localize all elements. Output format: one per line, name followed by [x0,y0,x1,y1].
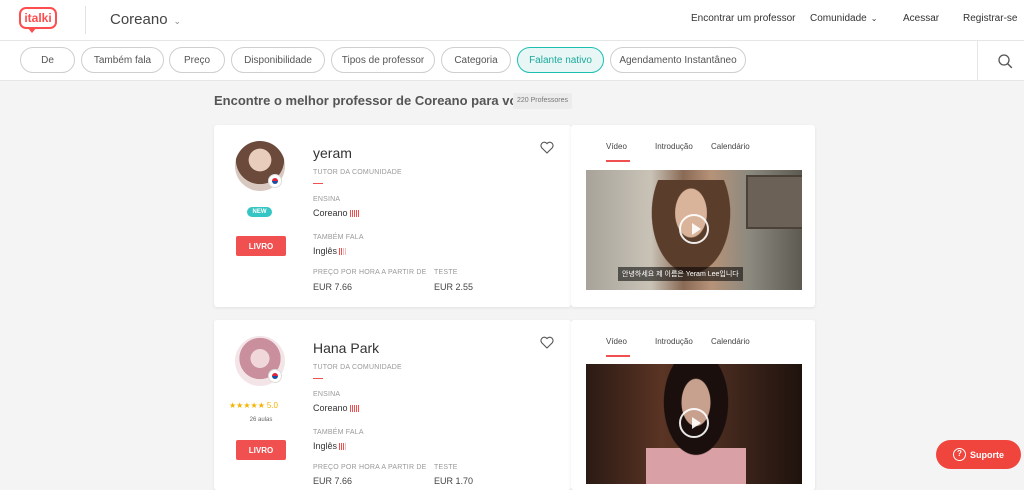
filter-also-speaks[interactable]: Também fala [81,47,164,73]
also-speaks-label: TAMBÉM FALA [313,429,364,436]
filter-instant-booking[interactable]: Agendamento Instantâneo [610,47,746,73]
active-tab-indicator [606,160,630,162]
also-speaks-language: Inglês [313,246,347,257]
tab-calendar[interactable]: Calendário [711,142,750,151]
teacher-card-yeram[interactable]: NEW LIVRO yeram TUTOR DA COMUNIDADE ENSI… [214,125,571,307]
help-icon: ? [952,448,966,461]
video-thumbnail[interactable] [586,364,802,484]
tab-calendar[interactable]: Calendário [711,337,750,346]
proficiency-bars-icon [349,209,360,219]
proficiency-bars-icon [339,442,347,452]
tab-introduction[interactable]: Introdução [655,337,693,346]
new-badge: NEW [247,207,272,217]
page-title: Encontre o melhor professor de Coreano p… [214,93,536,108]
proficiency-bars-icon [349,404,360,414]
chevron-down-icon: ⌄ [870,14,878,23]
teaches-label: ENSINA [313,196,341,203]
price-label: PREÇO POR HORA A PARTIR DE [313,464,427,471]
teaches-language-name: Coreano [313,208,348,218]
support-button[interactable]: ? Suporte [936,440,1021,469]
trial-price: EUR 2.55 [434,282,474,292]
nav-find-teacher[interactable]: Encontrar um professor [691,13,796,24]
active-tab-indicator [606,355,630,357]
tab-video[interactable]: Vídeo [606,337,627,346]
hourly-price: EUR 7.66 [313,282,353,292]
italki-logo[interactable]: italki [19,7,57,33]
header-divider [85,6,86,34]
filter-price[interactable]: Preço [169,47,225,73]
video-caption: 안녕하세요 제 이름은 Yeram Lee입니다 [618,267,743,281]
teacher-card-hana-park[interactable]: ★★★★★ 5.0 26 aulas LIVRO Hana Park TUTOR … [214,320,571,490]
flag-korea-icon [268,369,282,383]
teaches-language: Coreano [313,208,360,219]
language-label: Coreano [110,11,168,28]
trial-label: TESTE [434,464,458,471]
rating: ★★★★★ 5.0 [229,401,278,410]
filter-from[interactable]: De [20,47,75,73]
divider-dash [313,378,323,379]
trial-price: EUR 1.70 [434,476,474,486]
nav-community[interactable]: Comunidade ⌄ [810,13,877,24]
nav-signup[interactable]: Registrar-se [963,13,1017,24]
teacher-name[interactable]: Hana Park [313,340,379,356]
divider-dash [313,183,323,184]
teaches-label: ENSINA [313,391,341,398]
video-card-yeram: Vídeo Introdução Calendário 안녕하세요 제 이름은 … [571,125,815,307]
heart-icon[interactable] [540,336,554,349]
video-card-hana-park: Vídeo Introdução Calendário [571,320,815,490]
filter-availability[interactable]: Disponibilidade [231,47,325,73]
also-speaks-language-name: Inglês [313,441,338,451]
price-label: PREÇO POR HORA A PARTIR DE [313,269,427,276]
teacher-name[interactable]: yeram [313,145,352,161]
tutor-type: TUTOR DA COMUNIDADE [313,364,402,371]
chevron-down-icon: ⌄ [173,16,182,26]
nav-community-label: Comunidade [810,13,867,24]
play-icon[interactable] [679,408,709,438]
teaches-language-name: Coreano [313,403,348,413]
hourly-price: EUR 7.66 [313,476,353,486]
also-speaks-language: Inglês [313,441,347,452]
tab-introduction[interactable]: Introdução [655,142,693,151]
book-button[interactable]: LIVRO [236,236,286,256]
support-label: Suporte [969,449,1004,460]
star-icons: ★★★★★ [229,401,265,410]
heart-icon[interactable] [540,141,554,154]
filter-category[interactable]: Categoria [441,47,511,73]
window-decor [746,175,802,229]
language-selector[interactable]: Coreano ⌄ [110,11,181,28]
trial-label: TESTE [434,269,458,276]
flag-korea-icon [268,174,282,188]
filter-native-speaker[interactable]: Falante nativo [517,47,604,73]
lesson-count: 26 aulas [249,417,273,423]
teaches-language: Coreano [313,403,360,414]
filter-teacher-type[interactable]: Tipos de professor [331,47,435,73]
book-button[interactable]: LIVRO [236,440,286,460]
rating-value: 5.0 [266,401,278,410]
search-icon[interactable] [997,53,1013,69]
also-speaks-language-name: Inglês [313,246,338,256]
search-divider [977,41,978,80]
top-header: italki Coreano ⌄ Encontrar um professor C… [0,0,1024,41]
tutor-type: TUTOR DA COMUNIDADE [313,169,402,176]
tab-video[interactable]: Vídeo [606,142,627,151]
also-speaks-label: TAMBÉM FALA [313,234,364,241]
play-icon[interactable] [679,214,709,244]
proficiency-bars-icon [339,247,347,257]
filter-bar: De Também fala Preço Disponibilidade Tip… [0,41,1024,81]
video-thumbnail[interactable]: 안녕하세요 제 이름은 Yeram Lee입니다 [586,170,802,290]
teacher-count-badge: 220 Professores [513,93,572,109]
nav-login[interactable]: Acessar [903,13,939,24]
